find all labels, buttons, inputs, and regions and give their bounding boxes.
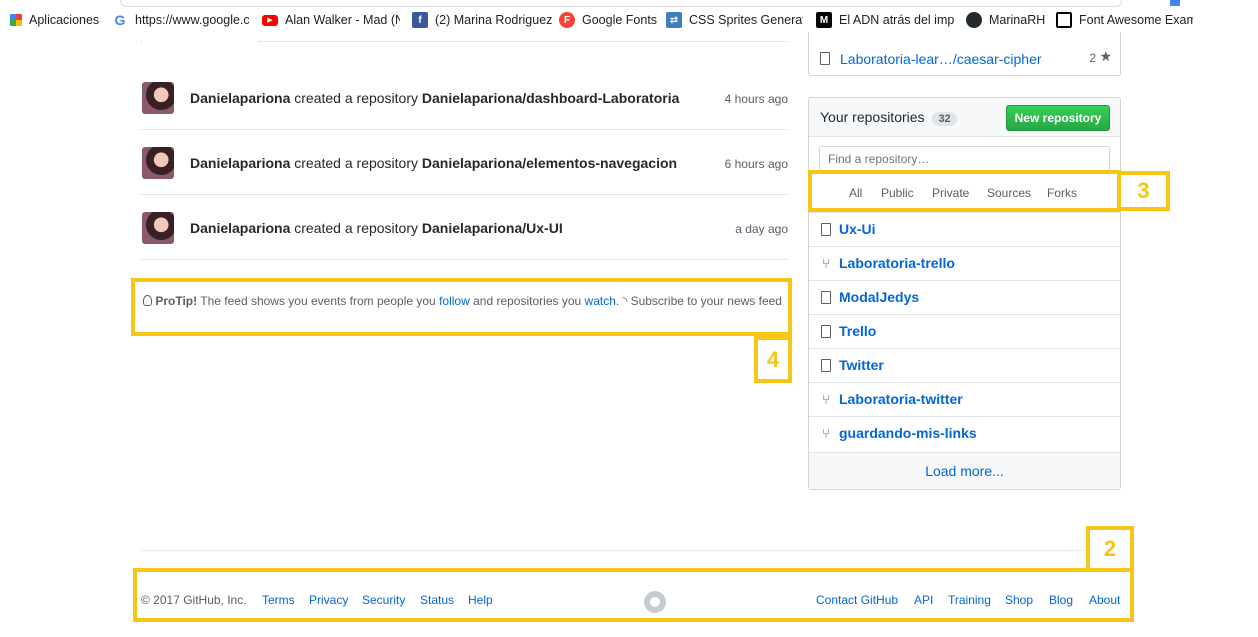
- feed-action: created a repository: [294, 155, 418, 171]
- repo-link[interactable]: Trello: [839, 323, 876, 339]
- repo-list-item[interactable]: Twitter: [809, 348, 1120, 382]
- star-count: 2: [1089, 51, 1096, 65]
- feed-text: Danielapariona created a repository Dani…: [190, 155, 677, 171]
- feed-item: Danielapariona created a repository Dani…: [141, 65, 788, 130]
- annotation-number-2: 2: [1086, 526, 1134, 572]
- repo-icon: [819, 357, 833, 373]
- fork-icon: ⑂: [822, 255, 830, 271]
- repo-panel-header: Your repositories 32 New repository: [809, 98, 1120, 137]
- css-sprites-icon: ⇄: [666, 12, 682, 28]
- feed-repo-link[interactable]: Danielapariona/Ux-UI: [422, 220, 563, 236]
- annotation-number-4: 4: [754, 336, 792, 383]
- google-icon: G: [114, 12, 126, 28]
- load-more-button[interactable]: Load more...: [809, 452, 1120, 489]
- repo-panel-title-text: Your repositories: [820, 109, 925, 125]
- repo-list-item[interactable]: ⑂ Laboratoria-twitter: [809, 382, 1120, 416]
- feed-text: Danielapariona created a repository Dani…: [190, 90, 679, 106]
- bookmark-label: El ADN atrás del imp: [839, 13, 954, 27]
- bookmark-font-awesome[interactable]: Font Awesome Examp: [1056, 10, 1193, 30]
- avatar[interactable]: [142, 212, 174, 244]
- feed-item: Danielapariona created a repository Dani…: [141, 195, 788, 260]
- feed-action: created a repository: [294, 90, 418, 106]
- your-repositories-panel: Your repositories 32 New repository All …: [808, 97, 1121, 490]
- feed-text: Danielapariona created a repository Dani…: [190, 220, 563, 236]
- google-fonts-icon: F: [559, 12, 575, 28]
- avatar[interactable]: [142, 147, 174, 179]
- feed-user-link[interactable]: Danielapariona: [190, 220, 290, 236]
- facebook-icon: f: [412, 12, 428, 28]
- feed-action: created a repository: [294, 220, 418, 236]
- annotation-number-3: 3: [1117, 171, 1170, 211]
- repo-link[interactable]: Laboratoria-twitter: [839, 391, 963, 407]
- bookmark-apps[interactable]: Aplicaciones: [10, 10, 99, 30]
- bookmark-label: Aplicaciones: [29, 13, 100, 27]
- new-repository-button[interactable]: New repository: [1006, 105, 1110, 131]
- bookmark-css-sprites[interactable]: ⇄ CSS Sprites Generato: [666, 10, 803, 30]
- repo-panel-title: Your repositories 32: [820, 109, 957, 126]
- bookmark-label: https://www.google.c: [135, 13, 249, 27]
- omnibox-edge: [120, 0, 1122, 7]
- highlight-box-protip: [131, 278, 792, 336]
- repo-list-item[interactable]: ⑂ Laboratoria-trello: [809, 246, 1120, 280]
- star-icon: ★: [1099, 48, 1112, 64]
- repo-link[interactable]: Laboratoria-trello: [839, 255, 955, 271]
- bookmark-facebook[interactable]: f (2) Marina Rodriguez: [412, 10, 552, 30]
- bookmark-google[interactable]: G https://www.google.c: [112, 10, 249, 30]
- feed-repo-link[interactable]: Danielapariona/dashboard-Laboratoria: [422, 90, 680, 106]
- github-icon: [966, 12, 982, 28]
- bookmark-label: Font Awesome Examp: [1079, 13, 1193, 27]
- feed-time: 6 hours ago: [724, 157, 788, 171]
- feed-repo-link[interactable]: Danielapariona/elementos-navegacion: [422, 155, 677, 171]
- font-awesome-icon: [1056, 12, 1072, 28]
- find-repository-input[interactable]: [819, 146, 1110, 172]
- fork-icon: ⑂: [822, 425, 830, 441]
- bookmark-label: CSS Sprites Generato: [689, 13, 803, 27]
- medium-icon: M: [816, 12, 832, 28]
- feed-item: Danielapariona created a repository Dani…: [141, 130, 788, 195]
- repo-count-badge: 32: [932, 112, 957, 126]
- youtube-icon: ▶: [262, 14, 278, 26]
- fork-icon: ⑂: [822, 391, 830, 407]
- repo-icon: [819, 221, 833, 237]
- repo-link[interactable]: guardando-mis-links: [839, 425, 977, 441]
- bookmark-label: (2) Marina Rodriguez: [435, 13, 552, 27]
- repo-list-item[interactable]: ModalJedys: [809, 280, 1120, 314]
- bookmark-label: Alan Walker - Mad (N: [285, 13, 400, 27]
- bookmark-google-fonts[interactable]: F Google Fonts: [559, 10, 657, 30]
- repo-link[interactable]: Twitter: [839, 357, 884, 373]
- bookmark-github[interactable]: MarinaRH: [966, 10, 1045, 30]
- avatar[interactable]: [142, 82, 174, 114]
- highlight-box-filters: [808, 170, 1121, 212]
- bookmark-youtube[interactable]: ▶ Alan Walker - Mad (N: [262, 10, 400, 30]
- popular-repo-link[interactable]: Laboratoria-lear…/caesar-cipher: [840, 51, 1042, 67]
- browser-accent: [1170, 0, 1180, 6]
- feed-user-link[interactable]: Danielapariona: [190, 90, 290, 106]
- repo-list-item[interactable]: Trello: [809, 314, 1120, 348]
- popular-repo-card: Laboratoria-lear…/caesar-cipher 2 ★: [808, 32, 1121, 76]
- repo-icon: [819, 323, 833, 339]
- feed-time: 4 hours ago: [724, 92, 788, 106]
- apps-grid-icon: [10, 14, 22, 26]
- repo-icon: [819, 289, 833, 305]
- feed-tabs-border: [141, 40, 788, 42]
- repo-list-item[interactable]: ⑂ guardando-mis-links: [809, 416, 1120, 450]
- bookmark-label: MarinaRH: [989, 13, 1046, 27]
- bookmark-label: Google Fonts: [582, 13, 658, 27]
- repo-icon: [820, 52, 830, 65]
- repo-link[interactable]: ModalJedys: [839, 289, 919, 305]
- footer-divider: [141, 550, 1121, 551]
- bookmark-medium[interactable]: M El ADN atrás del imp: [816, 10, 954, 30]
- highlight-box-footer: [133, 568, 1134, 622]
- repo-link[interactable]: Ux-Ui: [839, 221, 876, 237]
- feed-user-link[interactable]: Danielapariona: [190, 155, 290, 171]
- repo-list-item[interactable]: Ux-Ui: [809, 212, 1120, 246]
- feed-time: a day ago: [735, 222, 788, 236]
